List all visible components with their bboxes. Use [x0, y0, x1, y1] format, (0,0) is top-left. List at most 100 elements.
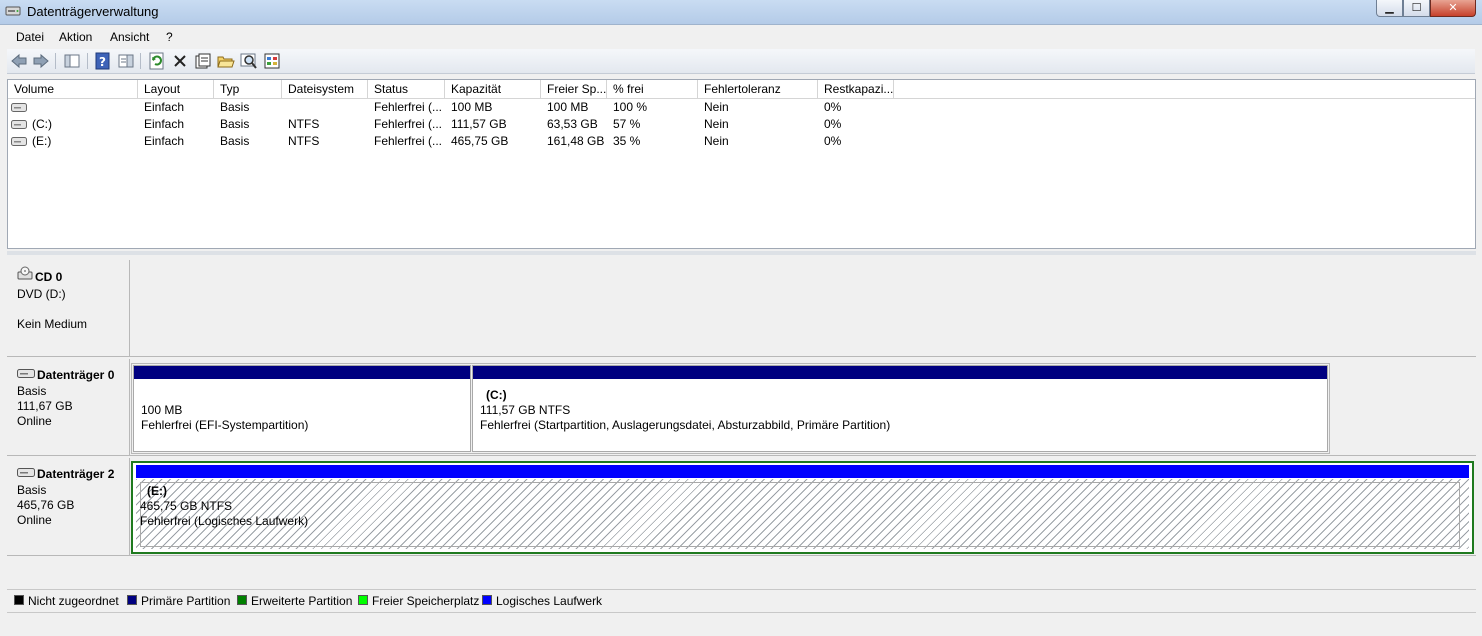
cell-layout: Einfach: [144, 117, 185, 131]
cell-layout: Einfach: [144, 100, 185, 114]
cell-typ: Basis: [220, 134, 250, 148]
menu-datei[interactable]: Datei: [16, 30, 44, 44]
cell-typ: Basis: [220, 117, 250, 131]
refresh-icon[interactable]: [148, 52, 166, 70]
partition-c[interactable]: (C:) 111,57 GB NTFS Fehlerfrei (Startpar…: [472, 365, 1328, 452]
column-dateisystem[interactable]: Dateisystem: [282, 80, 368, 98]
hard-disk-icon: [17, 468, 35, 477]
column-restkapazitaet[interactable]: Restkapazi...: [818, 80, 894, 98]
volume-row[interactable]: (E:) Einfach Basis NTFS Fehlerfrei (... …: [8, 133, 1475, 150]
disk-size: 111,67 GB: [17, 399, 73, 413]
legend-label: Freier Speicherplatz: [372, 594, 480, 608]
legend-swatch: [237, 595, 247, 605]
back-icon[interactable]: [10, 52, 28, 70]
column-layout[interactable]: Layout: [138, 80, 214, 98]
disk-status: Online: [17, 414, 52, 428]
logical-drive-e[interactable]: (E:) 465,75 GB NTFS Fehlerfrei (Logische…: [136, 479, 1469, 549]
cd-drive-icon: [17, 266, 33, 280]
toolbar: ?: [7, 49, 1475, 74]
cell-dateisystem: NTFS: [288, 134, 320, 148]
cell-fehlertoleranz: Nein: [704, 117, 729, 131]
volume-row[interactable]: Einfach Basis Fehlerfrei (... 100 MB 100…: [8, 99, 1475, 116]
column-freier-speicher[interactable]: Freier Sp...: [541, 80, 607, 98]
extended-partition[interactable]: (E:) 465,75 GB NTFS Fehlerfrei (Logische…: [131, 461, 1474, 554]
pane-splitter[interactable]: [7, 251, 1476, 255]
column-typ[interactable]: Typ: [214, 80, 282, 98]
partition-size: 111,57 GB NTFS: [480, 403, 571, 417]
legend-swatch: [14, 595, 24, 605]
title-bar: Datenträgerverwaltung ▁ ☐ ✕: [0, 0, 1482, 25]
legend-label: Primäre Partition: [141, 594, 231, 608]
legend-label: Nicht zugeordnet: [28, 594, 119, 608]
cell-prozent: 57 %: [613, 117, 641, 131]
disk-status: Online: [17, 513, 52, 527]
legend: Nicht zugeordnet Primäre Partition Erwei…: [7, 589, 1476, 610]
drive-icon: [11, 120, 27, 129]
menu-help[interactable]: ?: [166, 30, 173, 44]
window-title: Datenträgerverwaltung: [27, 4, 159, 19]
cell-kapazitaet: 465,75 GB: [451, 134, 509, 148]
close-button[interactable]: ✕: [1430, 0, 1476, 17]
cell-volume: (C:): [32, 117, 52, 131]
partition-efi[interactable]: 100 MB Fehlerfrei (EFI-Systempartition): [133, 365, 471, 452]
cell-kapazitaet: 111,57 GB: [451, 117, 507, 131]
cell-typ: Basis: [220, 100, 250, 114]
svg-text:?: ?: [99, 55, 106, 69]
properties-icon[interactable]: [194, 52, 212, 70]
cell-dateisystem: NTFS: [288, 117, 320, 131]
cell-rest: 0%: [824, 134, 842, 148]
partition-label: (C:): [486, 388, 507, 402]
disk-row-disk2: Datenträger 2 Basis 465,76 GB Online (E:…: [7, 456, 1476, 556]
properties-pane-icon[interactable]: [117, 52, 135, 70]
minimize-button[interactable]: ▁: [1376, 0, 1403, 17]
menu-bar: Datei Aktion Ansicht ?: [7, 27, 1475, 47]
disk-type: Basis: [17, 384, 47, 398]
partition-status: Fehlerfrei (Startpartition, Auslagerungs…: [480, 418, 891, 432]
open-icon[interactable]: [217, 52, 235, 70]
volume-list-header: Volume Layout Typ Dateisystem Status Kap…: [8, 80, 1475, 99]
cell-rest: 0%: [824, 117, 842, 131]
forward-icon[interactable]: [32, 52, 50, 70]
disk-size: 465,76 GB: [17, 498, 75, 512]
volume-row[interactable]: (C:) Einfach Basis NTFS Fehlerfrei (... …: [8, 116, 1475, 133]
partition-type-bar: [473, 366, 1327, 379]
cell-status: Fehlerfrei (...: [374, 100, 443, 114]
column-volume[interactable]: Volume: [8, 80, 138, 98]
disk-label-disk0[interactable]: Datenträger 0 Basis 111,67 GB Online: [9, 359, 130, 456]
cell-rest: 0%: [824, 100, 842, 114]
disk-row-cd0: CD 0 DVD (D:) Kein Medium: [7, 256, 1476, 357]
cell-kapazitaet: 100 MB: [451, 100, 493, 114]
cell-status: Fehlerfrei (...: [374, 134, 443, 148]
menu-ansicht[interactable]: Ansicht: [110, 30, 149, 44]
partition-status: Fehlerfrei (Logisches Laufwerk): [140, 514, 309, 528]
legend-swatch: [358, 595, 368, 605]
disk-label-disk2[interactable]: Datenträger 2 Basis 465,76 GB Online: [9, 458, 130, 556]
cell-status: Fehlerfrei (...: [374, 117, 443, 131]
column-prozent-frei[interactable]: % frei: [607, 80, 698, 98]
cell-frei: 63,53 GB: [547, 117, 598, 131]
partition-size: 100 MB: [141, 403, 183, 417]
settings-icon[interactable]: [263, 52, 281, 70]
menu-aktion[interactable]: Aktion: [59, 30, 92, 44]
drive-icon: [11, 103, 27, 112]
legend-label: Logisches Laufwerk: [496, 594, 603, 608]
hard-disk-icon: [17, 369, 35, 378]
disk-type: Basis: [17, 483, 47, 497]
disk-status: Kein Medium: [17, 317, 88, 331]
console-tree-icon[interactable]: [63, 52, 81, 70]
column-fehlertoleranz[interactable]: Fehlertoleranz: [698, 80, 818, 98]
column-status[interactable]: Status: [368, 80, 445, 98]
help-icon[interactable]: ?: [94, 52, 112, 70]
disk-graphical-view: CD 0 DVD (D:) Kein Medium Datenträger 0 …: [7, 256, 1476, 586]
disk-name: Datenträger 0: [37, 368, 115, 382]
volume-list: Volume Layout Typ Dateisystem Status Kap…: [7, 79, 1476, 249]
search-icon[interactable]: [240, 52, 258, 70]
delete-icon[interactable]: [171, 52, 189, 70]
partition-status: Fehlerfrei (EFI-Systempartition): [141, 418, 309, 432]
disk-label-cd0[interactable]: CD 0 DVD (D:) Kein Medium: [9, 260, 130, 357]
cell-layout: Einfach: [144, 134, 185, 148]
legend-swatch: [482, 595, 492, 605]
disk-name: Datenträger 2: [37, 467, 115, 481]
maximize-button[interactable]: ☐: [1403, 0, 1430, 17]
column-kapazitaet[interactable]: Kapazität: [445, 80, 541, 98]
